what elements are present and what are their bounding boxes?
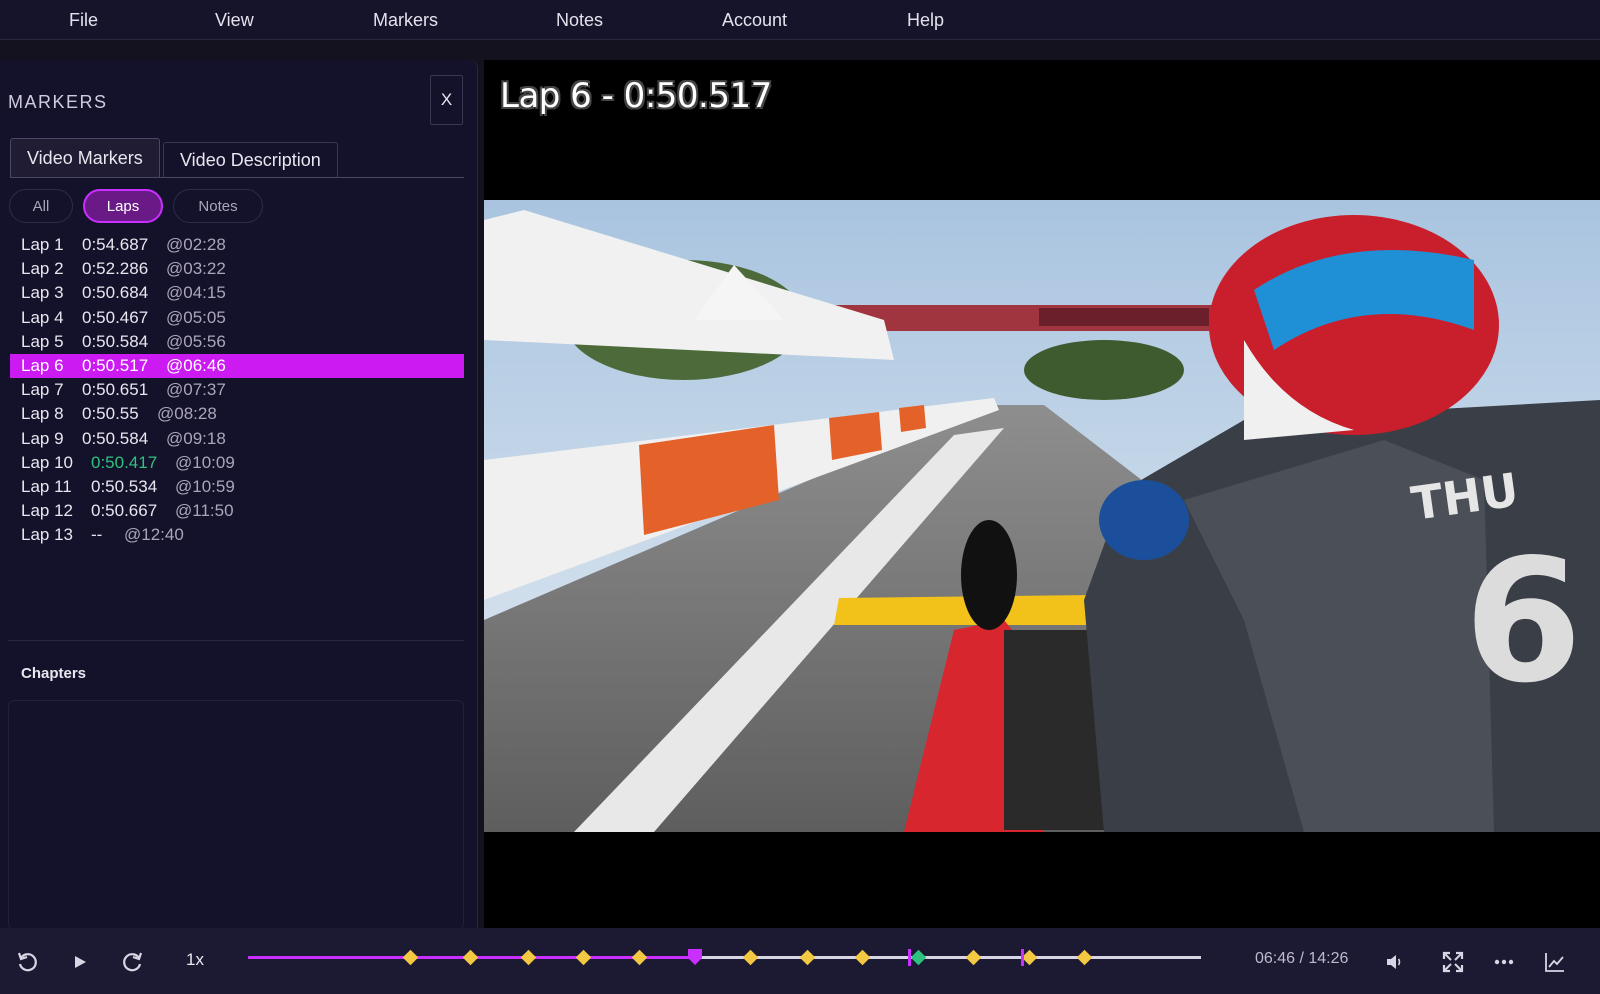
lap-time: --: [91, 525, 103, 545]
lap-timestamp: @04:15: [166, 283, 226, 303]
video-player[interactable]: Lap 6 - 0:50.517 THU 6: [484, 60, 1600, 928]
chapters-label: Chapters: [21, 665, 87, 682]
lap-label: Lap 1: [21, 235, 64, 254]
lap-timestamp: @08:28: [157, 404, 217, 424]
more-icon[interactable]: [1490, 948, 1518, 976]
lap-list-item[interactable]: Lap 13 -- @12:40: [10, 523, 464, 547]
lap-label: Lap 6: [21, 356, 64, 375]
menu-account[interactable]: Account: [722, 10, 787, 31]
lap-time: 0:52.286: [82, 259, 149, 279]
lap-label: Lap 4: [21, 307, 64, 327]
tab-video-markers[interactable]: Video Markers: [10, 138, 160, 178]
lap-time: 0:54.687: [82, 235, 149, 254]
lap-list-item[interactable]: Lap 10 0:50.417 @10:09: [10, 451, 464, 475]
lap-list-item[interactable]: Lap 8 0:50.55 @08:28: [10, 402, 464, 426]
lap-timestamp: @10:09: [175, 452, 235, 472]
volume-icon[interactable]: [1380, 948, 1408, 976]
lap-list-item[interactable]: Lap 5 0:50.584 @05:56: [10, 330, 464, 354]
lap-list-item[interactable]: Lap 7 0:50.651 @07:37: [10, 378, 464, 402]
karting-scene-image: THU 6: [484, 200, 1600, 832]
lap-time: 0:50.584: [82, 428, 149, 448]
player-controls: 1x 06:46 / 14:26: [0, 928, 1600, 994]
lap-list-item[interactable]: Lap 3 0:50.684 @04:15: [10, 281, 464, 305]
lap-timestamp: @03:22: [166, 259, 226, 279]
markers-panel: MARKERS X Video Markers Video Descriptio…: [0, 60, 478, 930]
lap-label: Lap 11: [21, 477, 72, 496]
filter-all[interactable]: All: [9, 189, 73, 223]
lap-list-item[interactable]: Lap 4 0:50.467 @05:05: [10, 306, 464, 330]
lap-time: 0:50.467: [82, 307, 149, 327]
lap-label: Lap 8: [21, 404, 64, 424]
tabs-divider: [10, 177, 464, 178]
video-overlay-title: Lap 6 - 0:50.517: [500, 76, 772, 116]
lap-list-item[interactable]: Lap 6 0:50.517 @06:46: [10, 354, 464, 378]
lap-time: 0:50.55: [82, 404, 139, 424]
lap-label: Lap 13: [21, 525, 73, 545]
lap-list-item[interactable]: Lap 2 0:52.286 @03:22: [10, 257, 464, 281]
lap-time: 0:50.584: [82, 331, 149, 351]
menu-file[interactable]: File: [69, 10, 98, 31]
rewind-icon[interactable]: [14, 948, 42, 976]
lap-list-item[interactable]: Lap 1 0:54.687 @02:28: [10, 233, 464, 257]
lap-label: Lap 7: [21, 380, 64, 400]
lap-timestamp: @06:46: [166, 356, 226, 375]
menu-bar: File View Markers Notes Account Help: [0, 0, 1600, 40]
lap-label: Lap 9: [21, 428, 64, 448]
filter-notes[interactable]: Notes: [173, 189, 263, 223]
menu-markers[interactable]: Markers: [373, 10, 438, 31]
filter-laps[interactable]: Laps: [83, 189, 163, 223]
lap-timestamp: @09:18: [166, 428, 226, 448]
lap-time: 0:50.667: [91, 501, 158, 521]
panel-title: MARKERS: [8, 92, 108, 112]
menu-help[interactable]: Help: [907, 10, 944, 31]
lap-label: Lap 3: [21, 283, 64, 303]
svg-text:6: 6: [1464, 523, 1582, 721]
lap-list-item[interactable]: Lap 12 0:50.667 @11:50: [10, 499, 464, 523]
lap-label: Lap 5: [21, 331, 64, 351]
lap-time: 0:50.517: [82, 356, 149, 375]
lap-timestamp: @05:56: [166, 331, 226, 351]
lap-timestamp: @02:28: [166, 235, 226, 254]
video-frame[interactable]: THU 6: [484, 200, 1600, 832]
divider: [8, 640, 464, 641]
lap-time: 0:50.417: [91, 452, 158, 472]
tab-video-description[interactable]: Video Description: [163, 142, 338, 178]
lap-timestamp: @05:05: [166, 307, 226, 327]
note-marker[interactable]: [1021, 949, 1025, 966]
forward-icon[interactable]: [118, 948, 146, 976]
lap-label: Lap 2: [21, 259, 64, 279]
lap-list-item[interactable]: Lap 9 0:50.584 @09:18: [10, 427, 464, 451]
lap-list-item[interactable]: Lap 11 0:50.534 @10:59: [10, 475, 464, 499]
menu-notes[interactable]: Notes: [556, 10, 603, 31]
lap-timestamp: @11:50: [175, 501, 234, 521]
menu-view[interactable]: View: [215, 10, 254, 31]
fullscreen-icon[interactable]: [1439, 948, 1467, 976]
lap-timestamp: @10:59: [175, 477, 235, 496]
lap-time: 0:50.534: [91, 477, 158, 496]
lap-label: Lap 10: [21, 452, 73, 472]
time-display: 06:46 / 14:26: [1255, 950, 1349, 967]
lap-timestamp: @12:40: [124, 525, 184, 545]
note-marker[interactable]: [907, 949, 911, 966]
playback-speed[interactable]: 1x: [186, 950, 204, 970]
play-icon[interactable]: [66, 948, 94, 976]
playhead[interactable]: [687, 949, 702, 965]
lap-label: Lap 12: [21, 501, 73, 521]
lap-time: 0:50.684: [82, 283, 149, 303]
lap-timestamp: @07:37: [166, 380, 226, 400]
close-button[interactable]: X: [430, 75, 463, 125]
chart-icon[interactable]: [1541, 948, 1569, 976]
lap-time: 0:50.651: [82, 380, 149, 400]
chapters-list: [8, 700, 464, 930]
